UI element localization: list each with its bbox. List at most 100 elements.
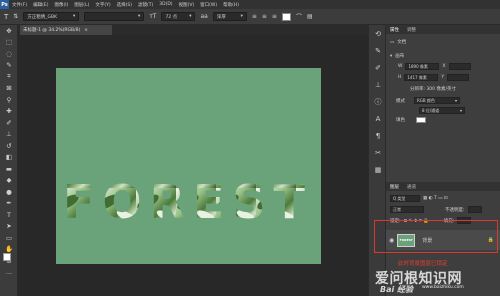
tab-properties[interactable]: 属性 — [390, 27, 399, 33]
width-field[interactable]: 1890 像素 — [405, 63, 440, 70]
x-field[interactable] — [448, 63, 471, 70]
menu-filter[interactable]: 滤镜(T) — [135, 2, 156, 8]
text-color-swatch[interactable] — [281, 12, 291, 21]
chevron-down-icon: ▾ — [189, 14, 192, 19]
fill-color-label: 填色 — [396, 118, 405, 123]
character-icon[interactable]: A — [369, 110, 387, 127]
font-size-select[interactable]: 72 点 ▾ — [161, 12, 196, 21]
menu-image[interactable]: 图像(I) — [51, 2, 71, 8]
document-canvas[interactable]: FOREST — [56, 68, 321, 264]
type-tool-icon[interactable]: T — [4, 13, 8, 21]
frame-tool-icon[interactable]: ⊠ — [0, 83, 18, 95]
blur-tool-icon[interactable]: ◆ — [0, 175, 18, 187]
type-tool-icon[interactable]: T — [0, 209, 18, 221]
canvas-label: 画布 — [395, 54, 405, 59]
quick-select-icon[interactable]: ✎ — [0, 60, 18, 72]
properties-doc-row: ▭ 文档 — [386, 39, 500, 46]
layer-kind-filter[interactable]: Q 类型 — [390, 195, 420, 202]
document-icon: ▭ — [390, 39, 395, 45]
resolution-text: 分辨率: 300 像素/英寸 — [410, 87, 456, 92]
align-left-icon[interactable]: ≡ — [252, 13, 257, 20]
menu-type[interactable]: 文字(Y) — [92, 2, 113, 8]
chevron-down-icon: ▾ — [390, 53, 393, 59]
paragraph-icon[interactable]: ¶ — [369, 127, 387, 144]
chevron-down-icon: ▾ — [454, 98, 457, 103]
menu-view[interactable]: 视图(V) — [176, 2, 198, 8]
mode-row: 模式 RGB 颜色 ▾ — [386, 97, 500, 104]
dodge-tool-icon[interactable]: ● — [0, 186, 18, 198]
close-icon[interactable]: × — [84, 28, 88, 33]
antialias-select[interactable]: 浑厚 ▾ — [212, 12, 247, 21]
align-right-icon[interactable]: ≡ — [272, 13, 277, 20]
brush-tool-icon[interactable]: ✐ — [0, 117, 18, 129]
menu-edit[interactable]: 编辑(E) — [30, 2, 51, 8]
color-swatches[interactable] — [3, 253, 16, 266]
y-label: Y — [441, 75, 445, 80]
layers-tabs: 图层 通道 — [386, 182, 500, 191]
character-panel-icon[interactable]: ▤ — [307, 13, 313, 20]
history-icon[interactable]: ⟲ — [369, 25, 387, 42]
antialias-icon: aa — [200, 13, 208, 20]
more-tools-icon[interactable]: … — [0, 267, 18, 279]
tool-presets-icon[interactable]: ✂ — [369, 144, 387, 161]
shape-tool-icon[interactable]: ▭ — [0, 232, 18, 244]
opacity-field[interactable] — [467, 206, 482, 213]
canvas-section: ▾ 画布 — [386, 53, 500, 60]
fill-swatch[interactable] — [416, 117, 426, 123]
marquee-tool-icon[interactable]: ⬚ — [0, 37, 18, 49]
layer-filter-row: Q 类型 ▦ ◐ T ▭ ⊡ — [386, 195, 452, 202]
opacity-label: 不透明度: — [445, 207, 465, 213]
height-row: H 1417 像素 Y — [386, 74, 500, 81]
history-brush-icon[interactable]: ↺ — [0, 140, 18, 152]
filter-icons[interactable]: ▦ ◐ T ▭ ⊡ — [423, 196, 448, 201]
height-field[interactable]: 1417 像素 — [404, 74, 439, 81]
menu-window[interactable]: 窗口(W) — [197, 2, 220, 8]
foreground-color[interactable] — [3, 253, 11, 261]
lasso-tool-icon[interactable]: ◌ — [0, 48, 18, 60]
y-field[interactable] — [447, 74, 470, 81]
forest-text: FOREST — [63, 175, 313, 229]
annotation-highlight-box — [374, 220, 498, 253]
chevron-down-icon: ▾ — [240, 14, 243, 19]
tab-layers[interactable]: 图层 — [390, 184, 399, 190]
font-family-value: 方正粗倩_GBK — [27, 14, 58, 20]
menu-help[interactable]: 帮助(H) — [220, 2, 242, 8]
menu-file[interactable]: 文件(F) — [9, 2, 30, 8]
document-tab-label: 未标题-1 @ 34.2%(RGB/8) — [23, 28, 81, 33]
pen-tool-icon[interactable]: ✒ — [0, 198, 18, 210]
mode-select[interactable]: RGB 颜色 ▾ — [414, 97, 460, 104]
watermark-url: www.baizhiku.com — [422, 285, 464, 290]
chevron-down-icon: ▾ — [459, 108, 462, 113]
path-select-icon[interactable]: ➤ — [0, 221, 18, 233]
text-orientation-icon[interactable]: ⇅ — [13, 13, 18, 20]
font-style-select[interactable]: ▾ — [84, 12, 145, 21]
brushes-icon[interactable]: ✐ — [369, 59, 387, 76]
document-tab[interactable]: 未标题-1 @ 34.2%(RGB/8) × — [20, 25, 112, 35]
move-tool-icon[interactable]: ✥ — [0, 25, 18, 37]
right-panel: 属性 调整 ▭ 文档 ▾ 画布 W 1890 像素 X H 1417 像素 Y … — [386, 25, 500, 296]
depth-select[interactable]: 8 位/通道 ▾ — [419, 107, 465, 114]
menu-3d[interactable]: 3D(D) — [156, 2, 175, 7]
font-family-select[interactable]: 方正粗倩_GBK ▾ — [23, 12, 80, 21]
tab-channels[interactable]: 通道 — [407, 184, 416, 190]
gradient-tool-icon[interactable]: ▬ — [0, 163, 18, 175]
eyedropper-icon[interactable]: ⚲ — [0, 94, 18, 106]
info-icon[interactable]: ⓘ — [369, 93, 387, 110]
panel-icon-strip: ⟲ ✎ ✐ ⊥ ⓘ A ¶ ✂ ▦ — [368, 25, 386, 296]
warp-text-icon[interactable]: ⌒ — [296, 12, 302, 21]
healing-brush-icon[interactable]: ✚ — [0, 106, 18, 118]
clone-stamp-icon[interactable]: ⊥ — [0, 129, 18, 141]
eraser-icon[interactable]: ◧ — [0, 152, 18, 164]
options-bar: T ⇅ 方正粗倩_GBK ▾ ▾ тT 72 点 ▾ aa 浑厚 ▾ ≡ ≡ ≡… — [0, 9, 500, 25]
libraries-icon[interactable]: ▦ — [369, 161, 387, 178]
menu-layer[interactable]: 图层(L) — [71, 2, 92, 8]
clone-source-icon[interactable]: ⊥ — [369, 76, 387, 93]
align-center-icon[interactable]: ≡ — [262, 13, 267, 20]
blend-mode-select[interactable]: 正常 — [390, 206, 424, 213]
menu-select[interactable]: 选择(S) — [114, 2, 135, 8]
chevron-down-icon: ▾ — [138, 14, 141, 19]
tab-adjustments[interactable]: 调整 — [407, 27, 416, 33]
antialias-value: 浑厚 — [216, 14, 226, 20]
brush-settings-icon[interactable]: ✎ — [369, 42, 387, 59]
crop-tool-icon[interactable]: ⌗ — [0, 71, 18, 83]
